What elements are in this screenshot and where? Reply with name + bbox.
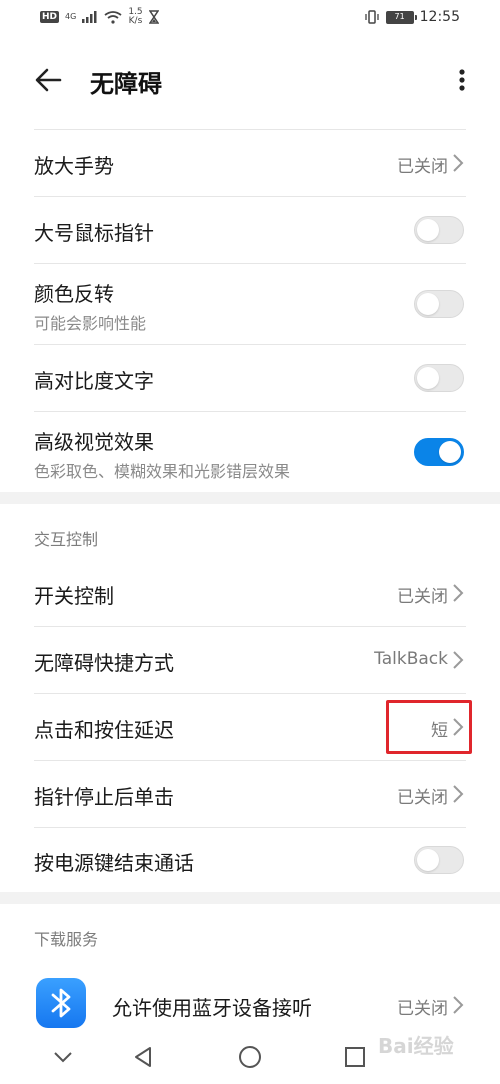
page-title: 无障碍 [90, 70, 162, 98]
setting-value: 已关闭 [397, 157, 448, 177]
app-bar: 无障碍 [0, 44, 500, 116]
chevron-right-icon [453, 651, 464, 669]
battery-indicator: 71 [385, 10, 417, 24]
setting-switch-control[interactable]: 开关控制 已关闭 [0, 560, 500, 626]
network-speed: 1.5 K/s [128, 8, 142, 26]
power-ends-call-toggle[interactable] [414, 846, 464, 874]
setting-title: 点击和按住延迟 [34, 718, 174, 742]
setting-title: 放大手势 [34, 154, 114, 178]
hourglass-icon [148, 10, 159, 24]
setting-dwell-click[interactable]: 指针停止后单击 已关闭 [0, 761, 500, 827]
setting-power-button-ends-call: 按电源键结束通话 [0, 828, 500, 892]
setting-color-inversion: 颜色反转 可能会影响性能 [0, 264, 500, 344]
chevron-right-icon [453, 996, 464, 1014]
toggle-knob [417, 293, 439, 315]
section-separator [0, 892, 500, 904]
setting-advanced-visual-effects: 高级视觉效果 色彩取色、模糊效果和光影错层效果 [0, 412, 500, 492]
toggle-knob [417, 367, 439, 389]
bluetooth-icon [36, 978, 86, 1028]
high-contrast-toggle[interactable] [414, 364, 464, 392]
color-inversion-toggle[interactable] [414, 290, 464, 318]
wifi-icon [104, 10, 122, 24]
setting-title: 大号鼠标指针 [34, 221, 154, 245]
setting-title: 指针停止后单击 [34, 785, 174, 809]
setting-large-mouse-pointer: 大号鼠标指针 [0, 197, 500, 263]
bluetooth-glyph [51, 988, 71, 1018]
setting-value: 已关闭 [397, 587, 448, 607]
signal-icon [82, 11, 97, 23]
speed-unit: K/s [128, 16, 143, 26]
section-separator [0, 492, 500, 504]
setting-subtitle: 可能会影响性能 [34, 314, 147, 333]
setting-subtitle: 色彩取色、模糊效果和光影错层效果 [34, 462, 291, 481]
status-bar: HD 4G 1.5 K/s 71 12:55 [0, 0, 500, 44]
toggle-knob [439, 441, 461, 463]
status-right: 71 12:55 [364, 9, 460, 25]
section-header-download: 下载服务 [34, 930, 99, 949]
recents-square-icon[interactable] [340, 1042, 370, 1072]
setting-title: 高对比度文字 [34, 369, 154, 393]
chevron-right-icon [453, 154, 464, 172]
section-header-interaction: 交互控制 [34, 530, 99, 549]
setting-title: 无障碍快捷方式 [34, 651, 174, 675]
setting-value: 已关闭 [397, 788, 448, 808]
setting-title: 高级视觉效果 [34, 430, 154, 454]
setting-accessibility-shortcut[interactable]: 无障碍快捷方式 TalkBack [0, 627, 500, 693]
setting-high-contrast-text: 高对比度文字 [0, 345, 500, 411]
setting-magnification-gesture[interactable]: 放大手势 已关闭 [0, 130, 500, 196]
home-circle-icon[interactable] [235, 1042, 265, 1072]
more-options-button[interactable] [450, 62, 474, 98]
setting-value: 已关闭 [397, 999, 448, 1019]
back-triangle-icon[interactable] [128, 1042, 158, 1072]
chevron-right-icon [453, 785, 464, 803]
setting-title: 开关控制 [34, 584, 114, 608]
back-button[interactable] [30, 62, 66, 98]
status-left: HD 4G 1.5 K/s [40, 8, 159, 26]
chevron-down-icon[interactable] [48, 1042, 78, 1072]
setting-title: 按电源键结束通话 [34, 851, 194, 875]
highlight-box [386, 700, 472, 754]
large-pointer-toggle[interactable] [414, 216, 464, 244]
setting-value: TalkBack [374, 649, 448, 669]
toggle-knob [417, 849, 439, 871]
setting-title: 允许使用蓝牙设备接听 [112, 996, 312, 1020]
chevron-right-icon [453, 584, 464, 602]
advanced-visual-toggle[interactable] [414, 438, 464, 466]
toggle-knob [417, 219, 439, 241]
clock: 12:55 [419, 9, 460, 25]
hd-badge: HD [40, 11, 60, 23]
watermark: Bai经验 [378, 1034, 454, 1058]
setting-title: 颜色反转 [34, 282, 114, 306]
network-type: 4G [65, 12, 77, 21]
vibrate-icon [364, 10, 379, 24]
